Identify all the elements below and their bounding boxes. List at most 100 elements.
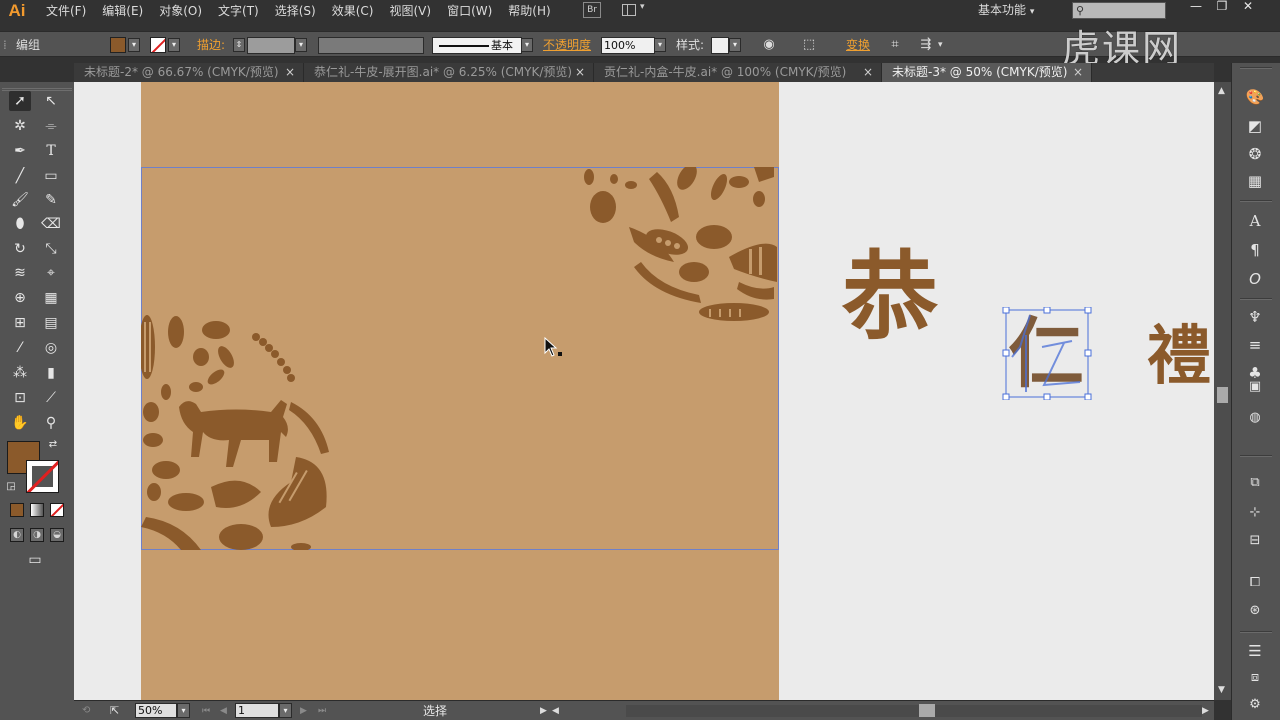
tab-document-2[interactable]: 恭仁礼-牛皮-展开图.ai* @ 6.25% (CMYK/预览) × <box>304 63 594 82</box>
zoom-tool-icon[interactable]: ⚲ <box>40 413 62 433</box>
scroll-left-icon[interactable]: ◀ <box>552 701 559 720</box>
none-mode-icon[interactable] <box>50 503 64 517</box>
line-tool-icon[interactable]: ╱ <box>9 166 31 186</box>
type-tool-icon[interactable]: T <box>40 141 62 161</box>
close-tab-icon[interactable]: × <box>1073 63 1083 82</box>
transform-link[interactable]: 变换 <box>846 32 870 58</box>
horizontal-scroll-thumb[interactable] <box>919 704 935 717</box>
menu-view[interactable]: 视图(V) <box>381 0 439 22</box>
scroll-up-icon[interactable]: ▲ <box>1218 86 1225 96</box>
next-artboard-icon[interactable]: ▶ <box>300 701 307 720</box>
status-menu-icon[interactable]: ▶ <box>540 701 547 720</box>
align-panel-icon[interactable]: ⊹ <box>1244 503 1266 523</box>
close-button[interactable]: ✕ <box>1236 0 1260 14</box>
pencil-tool-icon[interactable]: ✎ <box>40 190 62 210</box>
layers-panel-icon[interactable]: ☰ <box>1244 641 1266 661</box>
screen-mode-icon[interactable]: ▭ <box>24 550 46 570</box>
brush-dropdown-caret[interactable]: ▾ <box>521 38 533 52</box>
tab-document-1[interactable]: 未标题-2* @ 66.67% (CMYK/预览) × <box>74 63 304 82</box>
lasso-tool-icon[interactable]: ⌯ <box>40 116 62 136</box>
gradient-mode-icon[interactable] <box>30 503 44 517</box>
selection-tool-icon[interactable]: ➚ <box>9 91 31 111</box>
magic-wand-tool-icon[interactable]: ✲ <box>9 116 31 136</box>
pathfinder-panel-icon[interactable]: ⧠ <box>1244 573 1266 593</box>
selection-bounding-box[interactable] <box>1002 307 1092 400</box>
brush-definition-dropdown[interactable]: 基本 <box>432 37 522 54</box>
prev-artboard-icon[interactable]: ◀ <box>220 701 227 720</box>
close-tab-icon[interactable]: × <box>863 63 873 82</box>
zoom-input[interactable]: 50% <box>135 703 177 718</box>
stroke-weight-stepper[interactable]: ⇕ <box>233 38 245 52</box>
calligraphy-char-gong[interactable]: 恭 <box>842 242 952 352</box>
tab-document-3[interactable]: 贡仁礼-内盒-牛皮.ai* @ 100% (CMYK/预览) × <box>594 63 882 82</box>
menu-file[interactable]: 文件(F) <box>38 0 94 22</box>
draw-normal-icon[interactable]: ◐ <box>10 528 24 542</box>
document-canvas[interactable]: 恭 仁 禮 <box>74 82 1214 700</box>
workspace-switcher[interactable]: 基本功能 ▾ <box>978 0 1034 22</box>
recolor-artwork-icon[interactable]: ◉ <box>761 37 777 53</box>
graphic-style-swatch[interactable] <box>711 37 729 54</box>
warp-tool-icon[interactable]: ≋ <box>9 263 31 283</box>
gradient-panel-icon[interactable]: ▣ <box>1244 377 1266 397</box>
artboard-dropdown-caret[interactable]: ▾ <box>279 703 292 718</box>
opentype-panel-icon[interactable]: O <box>1244 269 1266 289</box>
appearance-panel-icon[interactable]: ⧉ <box>1244 473 1266 493</box>
transparency-panel-icon[interactable]: ◍ <box>1244 408 1266 428</box>
rectangle-tool-icon[interactable]: ▭ <box>40 166 62 186</box>
stroke-color-box[interactable] <box>26 460 59 493</box>
zoom-dropdown-caret[interactable]: ▾ <box>177 703 190 718</box>
color-panel-icon[interactable]: 🎨 <box>1244 87 1266 107</box>
color-guide-icon[interactable]: ◩ <box>1244 116 1266 136</box>
menu-select[interactable]: 选择(S) <box>267 0 324 22</box>
eraser-tool-icon[interactable]: ⌫ <box>40 214 62 234</box>
fill-color-swatch[interactable] <box>110 37 126 53</box>
gradient-tool-icon[interactable]: ▤ <box>40 313 62 333</box>
paragraph-panel-icon[interactable]: ¶ <box>1244 240 1266 260</box>
menu-window[interactable]: 窗口(W) <box>439 0 500 22</box>
direct-selection-tool-icon[interactable]: ↖ <box>40 91 62 111</box>
blob-brush-tool-icon[interactable]: ⬮ <box>9 214 31 234</box>
swap-colors-icon[interactable]: ⇄ <box>46 438 60 452</box>
recolor-panel-icon[interactable]: ❂ <box>1244 144 1266 164</box>
opacity-caret[interactable]: ▾ <box>654 38 666 52</box>
stroke-weight-caret[interactable]: ▾ <box>295 38 307 52</box>
export-icon[interactable]: ⇱ <box>110 701 119 720</box>
menu-object[interactable]: 对象(O) <box>151 0 210 22</box>
scale-tool-icon[interactable]: ⤡ <box>40 239 62 259</box>
links-panel-icon[interactable]: ⊛ <box>1244 601 1266 621</box>
horizontal-scrollbar[interactable] <box>626 705 1202 717</box>
history-icon[interactable]: ⟲ <box>82 701 90 720</box>
stroke-weight-label[interactable]: 描边: <box>197 32 225 58</box>
swatches-panel-icon[interactable]: ▦ <box>1244 171 1266 191</box>
last-artboard-icon[interactable]: ⏭ <box>318 701 326 720</box>
scroll-right-icon[interactable]: ▶ <box>1202 701 1209 720</box>
vertical-scroll-thumb[interactable] <box>1217 387 1228 403</box>
blend-tool-icon[interactable]: ◎ <box>40 338 62 358</box>
tab-document-4[interactable]: 未标题-3* @ 50% (CMYK/预览) × <box>882 63 1092 82</box>
align-options-icon[interactable]: ⬚ <box>801 37 817 53</box>
menu-edit[interactable]: 编辑(E) <box>94 0 151 22</box>
calligraphy-char-li[interactable]: 禮 <box>1147 317 1214 397</box>
stroke-dropdown-caret[interactable]: ▾ <box>168 38 180 52</box>
search-input[interactable]: ⚲ <box>1072 2 1166 19</box>
slice-tool-icon[interactable]: ⟋ <box>40 388 62 408</box>
dock-grip[interactable] <box>1240 67 1272 69</box>
symbol-sprayer-tool-icon[interactable]: ⁂ <box>9 363 31 383</box>
character-panel-icon[interactable]: A <box>1244 211 1266 231</box>
stroke-color-swatch[interactable] <box>150 37 166 53</box>
menu-effect[interactable]: 效果(C) <box>324 0 382 22</box>
stroke-weight-input[interactable] <box>247 37 295 54</box>
fill-dropdown-caret[interactable]: ▾ <box>128 38 140 52</box>
default-colors-icon[interactable]: ◲ <box>4 480 18 494</box>
opacity-label[interactable]: 不透明度 <box>543 32 591 58</box>
graphic-style-caret[interactable]: ▾ <box>729 38 741 52</box>
paintbrush-tool-icon[interactable]: 🖌 <box>9 190 31 210</box>
mesh-tool-icon[interactable]: ⊞ <box>9 313 31 333</box>
stroke-panel-icon[interactable]: ≡ <box>1244 335 1266 355</box>
color-mode-icon[interactable] <box>10 503 24 517</box>
menu-help[interactable]: 帮助(H) <box>500 0 558 22</box>
rotate-tool-icon[interactable]: ↻ <box>9 239 31 259</box>
artboard-number-input[interactable]: 1 <box>235 703 279 718</box>
hand-tool-icon[interactable]: ✋ <box>9 413 31 433</box>
draw-inside-icon[interactable]: ◒ <box>50 528 64 542</box>
